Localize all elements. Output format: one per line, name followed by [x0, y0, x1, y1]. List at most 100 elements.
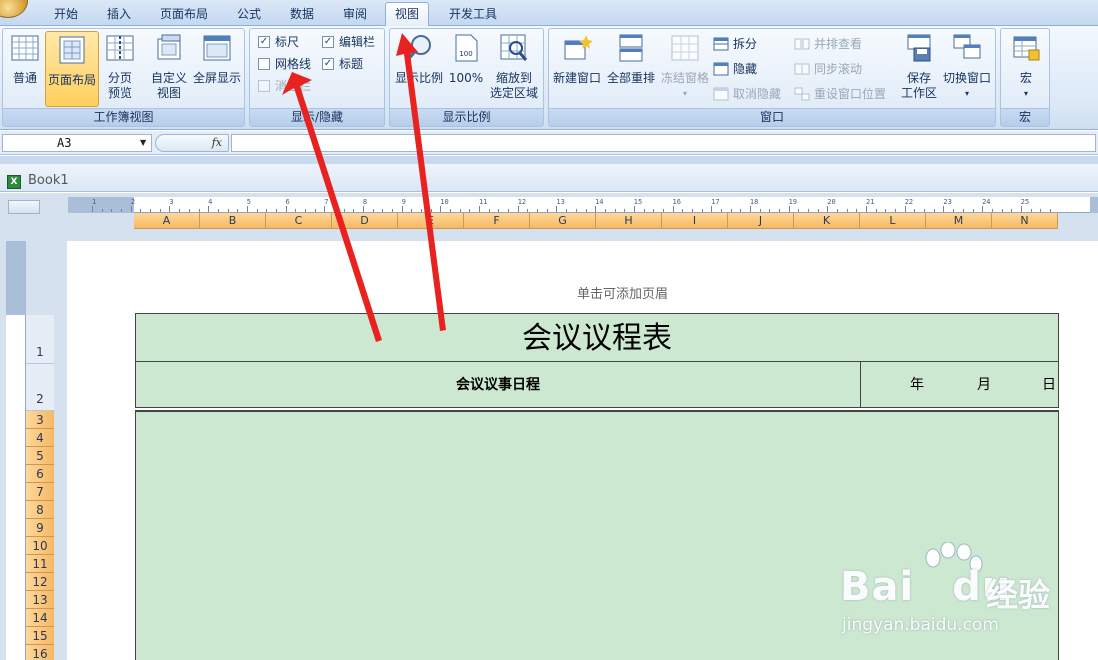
column-header[interactable]: L: [860, 213, 926, 229]
row-header[interactable]: 6: [26, 465, 54, 483]
row-header[interactable]: 13: [26, 591, 54, 609]
normal-view-button[interactable]: 普通: [6, 33, 44, 86]
column-header[interactable]: C: [266, 213, 332, 229]
tab-home[interactable]: 开始: [50, 4, 82, 26]
row-header[interactable]: 8: [26, 501, 54, 519]
freeze-panes-label: 冻结窗格: [660, 71, 709, 85]
arrange-all-button[interactable]: 全部重排: [605, 33, 657, 86]
formula-bar: A3 ▼ fx: [0, 131, 1098, 155]
row-header[interactable]: 16: [26, 645, 54, 660]
column-header[interactable]: N: [992, 213, 1058, 229]
ruler-tick: [469, 209, 471, 212]
formula-bar-label: 编辑栏: [339, 35, 376, 49]
column-header[interactable]: K: [794, 213, 860, 229]
split-button[interactable]: 拆分: [713, 35, 757, 53]
row-header[interactable]: 14: [26, 609, 54, 627]
reset-window-position-button[interactable]: 重设窗口位置: [794, 85, 886, 103]
row-header[interactable]: 15: [26, 627, 54, 645]
date-cell[interactable]: 年 月 日: [860, 361, 1059, 408]
office-button[interactable]: [0, 0, 28, 18]
tab-insert[interactable]: 插入: [103, 4, 135, 26]
macros-button[interactable]: 宏 ▾: [1009, 33, 1043, 101]
excel-file-icon: X: [7, 175, 21, 189]
fullscreen-button[interactable]: 全屏显示: [191, 33, 243, 86]
row-header[interactable]: 9: [26, 519, 54, 537]
name-box[interactable]: A3: [2, 134, 152, 152]
tab-page-layout[interactable]: 页面布局: [156, 4, 212, 26]
zoom-100-button[interactable]: 100 100%: [448, 33, 484, 86]
zoom-button[interactable]: 显示比例: [393, 33, 445, 86]
formula-bar-checkbox[interactable]: ✓ 编辑栏: [322, 33, 375, 51]
group-zoom: 显示比例 100 100% 缩放到 选定区域 显示比例: [389, 28, 544, 127]
message-bar-checkbox[interactable]: 消息栏: [258, 77, 311, 95]
sync-scroll-button[interactable]: 同步滚动: [794, 60, 862, 78]
ruler-tick: [943, 206, 945, 212]
group-macros: 宏 ▾ 宏: [1000, 28, 1050, 127]
workbook-title: Book1: [28, 173, 69, 188]
ruler-checkbox[interactable]: ✓ 标尺: [258, 33, 299, 51]
select-all-corner[interactable]: [8, 200, 40, 214]
horizontal-ruler[interactable]: 1 2 3 4 5 6 7 8 9 10 11 12 13 14 15 16 17 18 19 20 21 22 23 24 2…: [68, 197, 1098, 213]
gridlines-checkbox[interactable]: 网格线: [258, 55, 311, 73]
headings-check-box[interactable]: ✓: [322, 58, 334, 70]
ruler-tick: [421, 209, 422, 212]
row-header[interactable]: 11: [26, 555, 54, 573]
column-header[interactable]: M: [926, 213, 992, 229]
unhide-button[interactable]: 取消隐藏: [713, 85, 781, 103]
fx-icon: fx: [211, 136, 222, 149]
ruler-tick: [682, 209, 684, 212]
new-window-button[interactable]: 新建窗口: [551, 33, 603, 86]
tab-formulas[interactable]: 公式: [233, 4, 265, 26]
row-header[interactable]: 2: [26, 364, 54, 411]
row-header[interactable]: 12: [26, 573, 54, 591]
name-box-dropdown-icon[interactable]: ▼: [140, 134, 146, 152]
tab-view[interactable]: 视图: [385, 2, 430, 27]
split-label: 拆分: [733, 37, 758, 51]
row-header[interactable]: 1: [26, 315, 54, 364]
column-header[interactable]: G: [530, 213, 596, 229]
row-header[interactable]: 10: [26, 537, 54, 555]
page-layout-view-button[interactable]: 页面布局: [45, 31, 99, 107]
agenda-schedule-cell[interactable]: 会议议事日程: [135, 361, 861, 408]
row-header[interactable]: 5: [26, 447, 54, 465]
tab-review[interactable]: 审阅: [339, 4, 371, 26]
column-header[interactable]: D: [332, 213, 398, 229]
ruler-tick: [798, 209, 800, 212]
row-header[interactable]: 3: [26, 411, 54, 429]
switch-windows-button[interactable]: 切换窗口 ▾: [941, 33, 993, 101]
column-header[interactable]: H: [596, 213, 662, 229]
custom-views-button[interactable]: 自定义 视图: [148, 33, 190, 101]
ruler-check-box[interactable]: ✓: [258, 36, 270, 48]
column-header[interactable]: E: [398, 213, 464, 229]
save-workspace-button[interactable]: 保存 工作区: [897, 33, 941, 101]
page-break-preview-button[interactable]: 分页 预览: [102, 33, 138, 101]
vertical-ruler[interactable]: [6, 241, 26, 660]
tab-data[interactable]: 数据: [286, 4, 318, 26]
column-header[interactable]: F: [464, 213, 530, 229]
zoom-to-selection-button[interactable]: 缩放到 选定区域: [488, 33, 540, 101]
ruler-tick: [198, 209, 200, 212]
page-layout-view-icon: [59, 36, 85, 64]
agenda-title-cell[interactable]: 会议议程表: [135, 313, 1059, 362]
headings-checkbox[interactable]: ✓ 标题: [322, 55, 363, 73]
column-header[interactable]: A: [134, 213, 200, 229]
message-bar-check-box[interactable]: [258, 80, 270, 92]
column-header[interactable]: J: [728, 213, 794, 229]
view-side-by-side-button[interactable]: 并排查看: [794, 35, 862, 53]
column-header[interactable]: B: [200, 213, 266, 229]
hide-button[interactable]: 隐藏: [713, 60, 757, 78]
row-header[interactable]: 4: [26, 429, 54, 447]
formula-bar-check-box[interactable]: ✓: [322, 36, 334, 48]
ruler-tick: [1049, 209, 1051, 212]
freeze-panes-button[interactable]: 冻结窗格 ▾: [659, 33, 711, 101]
row-header[interactable]: 7: [26, 483, 54, 501]
insert-function-button[interactable]: fx: [155, 134, 229, 152]
tab-developer[interactable]: 开发工具: [445, 4, 501, 26]
header-hint[interactable]: 单击可添加页眉: [577, 283, 668, 302]
ruler-tick: [779, 209, 780, 212]
gridlines-check-box[interactable]: [258, 58, 270, 70]
formula-input[interactable]: [231, 134, 1096, 152]
column-header[interactable]: I: [662, 213, 728, 229]
ruler-tick: [295, 209, 297, 212]
ruler-tick: [1020, 206, 1022, 212]
